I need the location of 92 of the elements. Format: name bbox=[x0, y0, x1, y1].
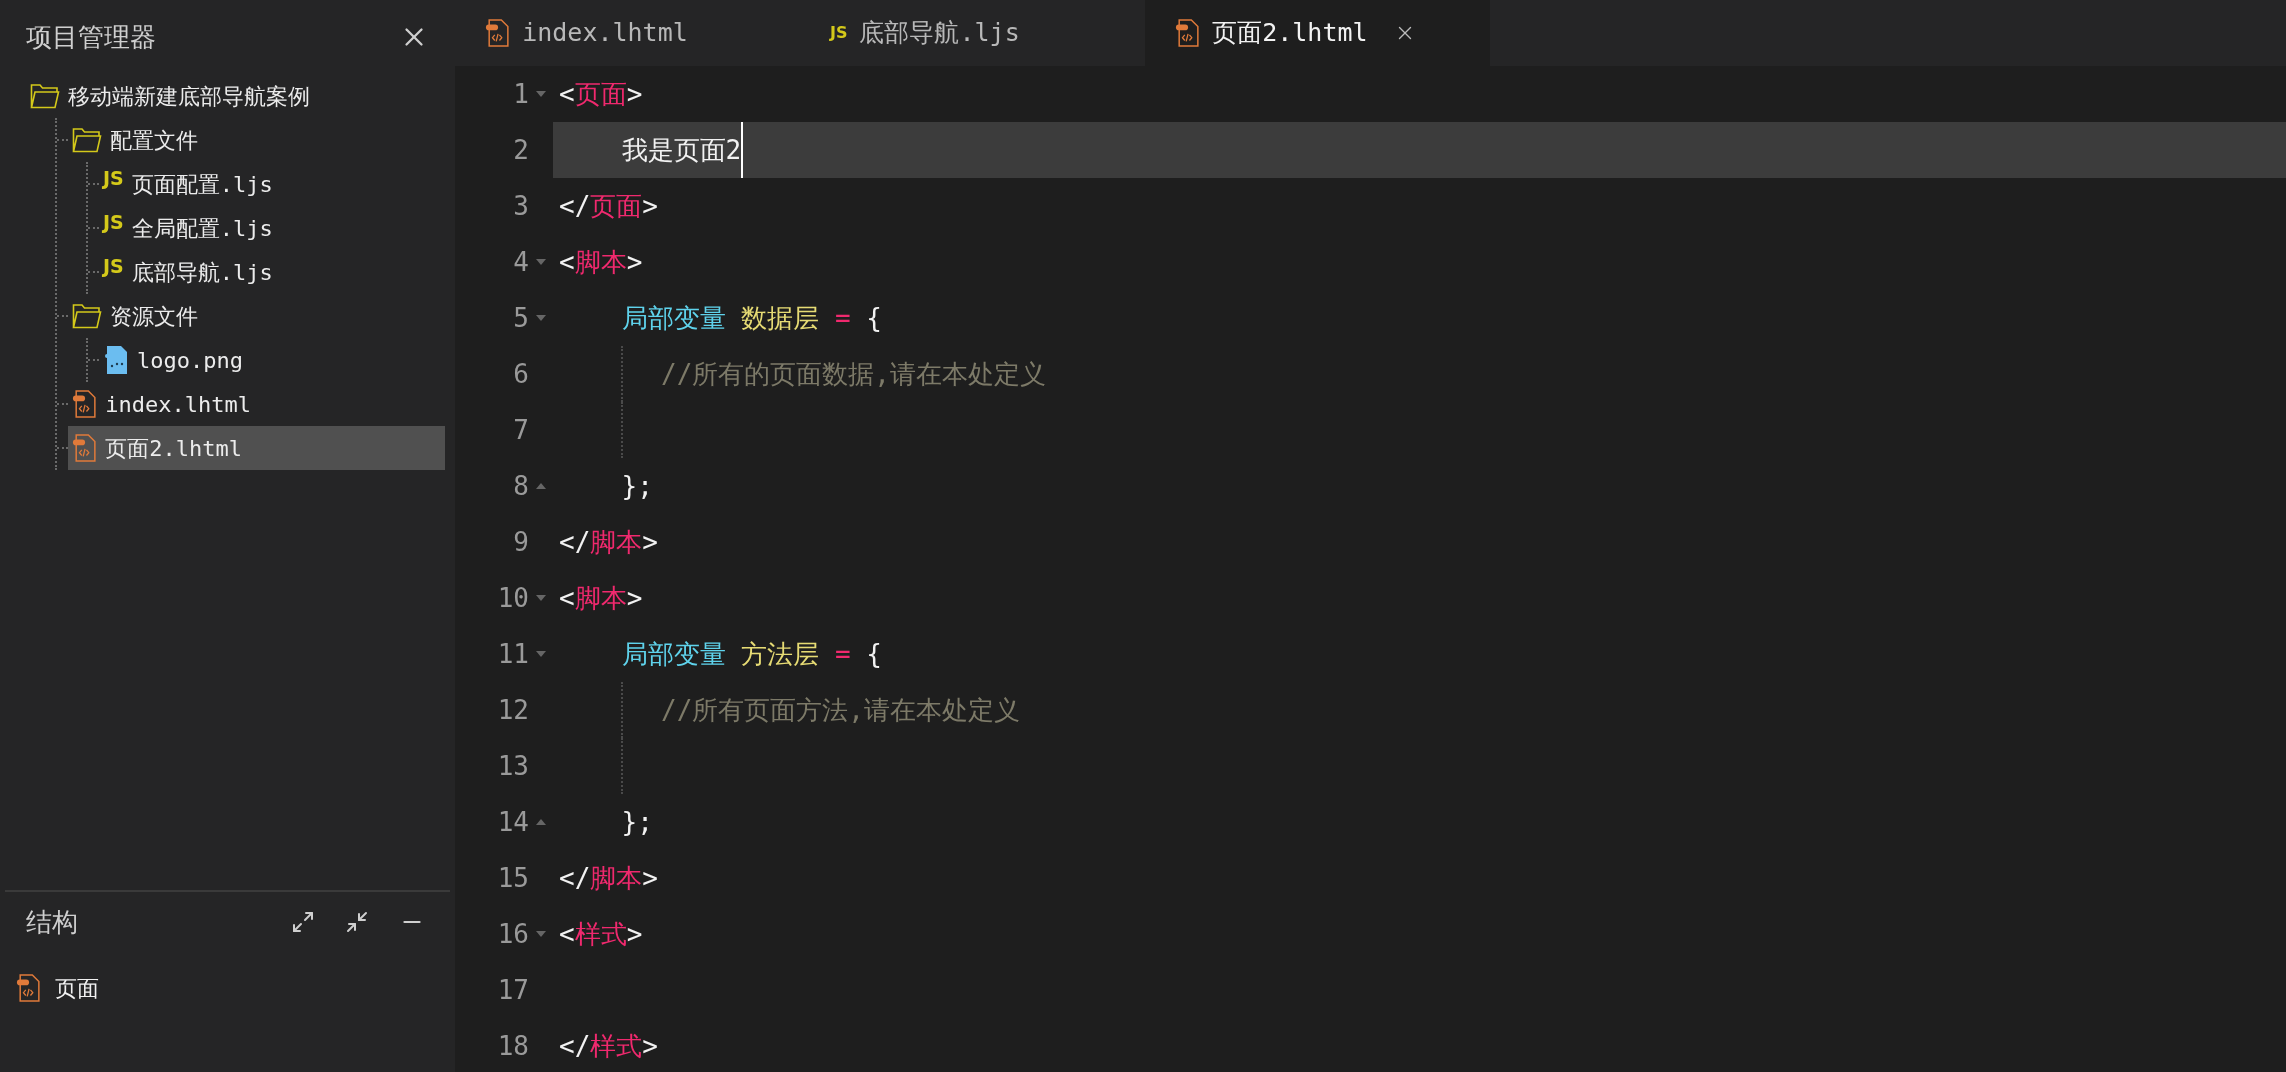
code-token: 局部变量 bbox=[620, 301, 726, 335]
line-number: 16 bbox=[496, 917, 529, 951]
code-token: < bbox=[559, 245, 575, 279]
code-token: 我是页面2 bbox=[620, 133, 742, 167]
code-token: > bbox=[642, 189, 658, 223]
code-token: 局部变量 bbox=[620, 637, 726, 671]
tree-item[interactable]: index.lhtml bbox=[68, 382, 445, 426]
line-number: 10 bbox=[496, 581, 529, 615]
code-token: > bbox=[626, 581, 643, 615]
text-cursor bbox=[741, 122, 744, 178]
js-icon: JS bbox=[830, 25, 848, 41]
code-token: 页面 bbox=[590, 189, 643, 223]
code-token: > bbox=[626, 245, 643, 279]
tree-item[interactable]: 资源文件 bbox=[68, 294, 445, 338]
image-file-icon bbox=[103, 345, 129, 375]
code-token: 脚本 bbox=[574, 581, 627, 615]
line-number: 4 bbox=[512, 245, 529, 279]
line-number: 9 bbox=[512, 525, 529, 559]
line-number: 11 bbox=[496, 637, 529, 671]
code-file-icon bbox=[1175, 19, 1201, 47]
folder-icon bbox=[30, 83, 60, 109]
line-number: 13 bbox=[496, 749, 529, 783]
line-number: 8 bbox=[512, 469, 529, 503]
code-token: = bbox=[833, 301, 851, 335]
tree-item[interactable]: JS 全局配置.ljs bbox=[99, 206, 445, 250]
code-token: //所有页面方法,请在本处定义 bbox=[661, 693, 1020, 727]
fold-caret-icon[interactable] bbox=[536, 819, 546, 825]
tree-item[interactable]: logo.png bbox=[99, 338, 445, 382]
line-number: 1 bbox=[512, 77, 529, 111]
code-token: 脚本 bbox=[590, 861, 643, 895]
line-number: 14 bbox=[496, 805, 529, 839]
code-token: </ bbox=[559, 525, 591, 559]
line-number: 18 bbox=[496, 1029, 529, 1063]
fold-caret-icon[interactable] bbox=[536, 483, 546, 489]
code-file-icon bbox=[72, 390, 98, 418]
line-number: 6 bbox=[512, 357, 529, 391]
code-token: < bbox=[559, 581, 575, 615]
panel-title: 项目管理器 bbox=[26, 20, 156, 54]
tree-item[interactable]: 配置文件 bbox=[68, 118, 445, 162]
code-token: 样式 bbox=[574, 917, 627, 951]
js-icon: JS bbox=[103, 168, 124, 188]
tree-item[interactable]: 移动端新建底部导航案例 bbox=[26, 74, 445, 118]
code-token: > bbox=[642, 1029, 658, 1063]
line-number: 7 bbox=[512, 413, 529, 447]
line-number: 3 bbox=[512, 189, 529, 223]
code-token: < bbox=[559, 917, 575, 951]
code-token: = bbox=[833, 637, 851, 671]
code-token: 脚本 bbox=[574, 245, 627, 279]
code-token: </ bbox=[559, 189, 591, 223]
code-token: 样式 bbox=[590, 1029, 643, 1063]
code-token: 页面 bbox=[574, 77, 627, 111]
code-file-icon bbox=[485, 19, 511, 47]
folder-icon bbox=[72, 127, 102, 153]
code-token: < bbox=[559, 77, 575, 111]
code-file-icon bbox=[72, 434, 98, 462]
code-token: 数据层 bbox=[740, 301, 820, 335]
fold-caret-icon[interactable] bbox=[536, 259, 546, 265]
code-token: { bbox=[865, 301, 882, 335]
code-token: > bbox=[642, 525, 658, 559]
fold-caret-icon[interactable] bbox=[536, 931, 546, 937]
js-icon: JS bbox=[103, 212, 124, 232]
code-token: > bbox=[626, 77, 643, 111]
line-number: 15 bbox=[496, 861, 529, 895]
code-token: }; bbox=[620, 805, 653, 839]
fold-caret-icon[interactable] bbox=[536, 315, 546, 321]
tree-item[interactable]: JS 底部导航.ljs bbox=[99, 250, 445, 294]
code-token: > bbox=[642, 861, 658, 895]
code-token: { bbox=[865, 637, 882, 671]
code-token: </ bbox=[559, 1029, 591, 1063]
expand-icon[interactable] bbox=[291, 910, 315, 934]
tree-item[interactable]: 页面2.lhtml bbox=[68, 426, 445, 470]
code-token: 脚本 bbox=[590, 525, 643, 559]
line-number: 2 bbox=[512, 133, 529, 167]
line-number: 5 bbox=[512, 301, 529, 335]
code-token: }; bbox=[620, 469, 653, 503]
fold-caret-icon[interactable] bbox=[536, 595, 546, 601]
collapse-icon[interactable] bbox=[345, 910, 369, 934]
panel-title: 结构 bbox=[26, 905, 79, 939]
line-number: 12 bbox=[496, 693, 529, 727]
code-file-icon bbox=[16, 974, 42, 1002]
code-token: > bbox=[626, 917, 643, 951]
code-token: //所有的页面数据,请在本处定义 bbox=[661, 357, 1046, 391]
js-icon: JS bbox=[103, 256, 124, 276]
fold-caret-icon[interactable] bbox=[536, 91, 546, 97]
fold-caret-icon[interactable] bbox=[536, 651, 546, 657]
structure-item[interactable]: 页面 bbox=[16, 968, 455, 1008]
tree-item[interactable]: JS 页面配置.ljs bbox=[99, 162, 445, 206]
code-token: </ bbox=[559, 861, 591, 895]
folder-icon bbox=[72, 303, 102, 329]
editor-tab[interactable]: 页面2.lhtml bbox=[1145, 0, 1490, 66]
line-number: 17 bbox=[496, 973, 529, 1007]
code-token: 方法层 bbox=[740, 637, 820, 671]
